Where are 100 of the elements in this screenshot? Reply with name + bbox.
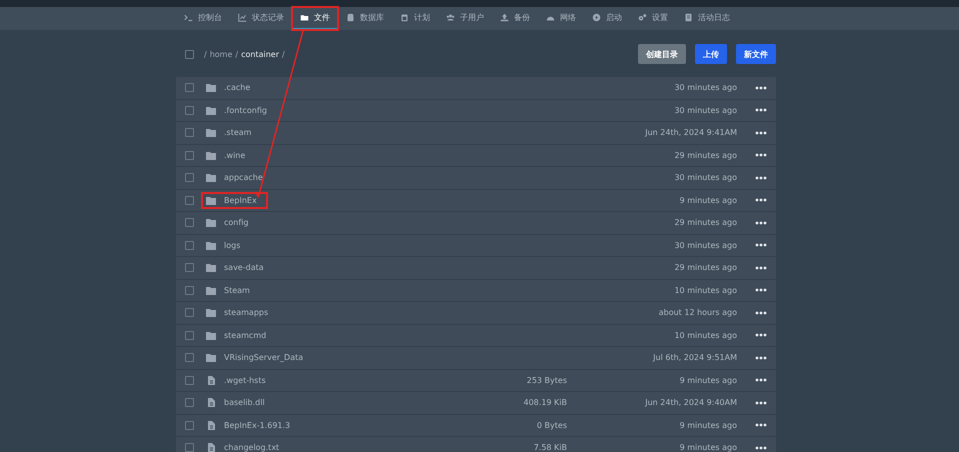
modified-time: 9 minutes ago — [678, 196, 737, 205]
more-icon[interactable] — [755, 198, 767, 202]
row-checkbox[interactable] — [185, 106, 194, 115]
more-icon[interactable] — [755, 130, 767, 135]
modified-time: 30 minutes ago — [673, 106, 737, 115]
file-row[interactable]: BepInEx-1.691.3 0 Bytes 9 minutes ago — [176, 414, 776, 436]
modified-time: 29 minutes ago — [673, 150, 737, 160]
breadcrumb-link[interactable]: home — [210, 50, 232, 58]
folder-icon — [206, 263, 216, 272]
file-row[interactable]: BepInEx 9 minutes ago — [176, 190, 776, 211]
row-checkbox[interactable] — [185, 150, 194, 160]
file-row[interactable]: save-data 29 minutes ago — [176, 257, 776, 278]
file-row[interactable]: .cache 30 minutes ago — [176, 77, 776, 98]
terminal-icon — [184, 13, 193, 22]
nav-tab[interactable]: 备份 — [492, 7, 538, 30]
modified-time: 9 minutes ago — [678, 376, 737, 385]
file-row[interactable]: appcache 30 minutes ago — [176, 167, 776, 188]
file-name: steamapps — [224, 308, 268, 318]
folder-icon — [206, 150, 216, 160]
file-size: 408.19 KiB — [522, 398, 567, 408]
gears-icon — [638, 13, 647, 22]
nav-tab[interactable]: 计划 — [392, 7, 438, 30]
file-name: .fontconfig — [224, 106, 267, 115]
folder-icon — [206, 218, 216, 228]
modified-time: Jun 24th, 2024 9:41AM — [644, 128, 737, 138]
file-name: .steam — [224, 128, 252, 138]
more-icon[interactable] — [755, 400, 767, 405]
file-name: VRisingServer_Data — [224, 353, 304, 362]
file-row[interactable]: logs 30 minutes ago — [176, 234, 776, 256]
more-icon[interactable] — [755, 310, 767, 315]
file-row[interactable]: .wget-hsts 253 Bytes 9 minutes ago — [176, 370, 776, 391]
file-name: BepInEx-1.691.3 — [224, 420, 290, 430]
file-row[interactable]: Steam 10 minutes ago — [176, 280, 776, 301]
toolbar-button[interactable]: 上传 — [695, 44, 727, 64]
file-size: 253 Bytes — [526, 376, 567, 385]
more-icon[interactable] — [755, 333, 767, 338]
row-checkbox[interactable] — [185, 286, 194, 295]
file-row[interactable]: changelog.txt 7.58 KiB 9 minutes ago — [176, 437, 776, 452]
breadcrumb-separator: / — [204, 50, 207, 58]
row-checkbox[interactable] — [185, 218, 194, 228]
folder-icon — [206, 83, 216, 92]
select-all-checkbox[interactable] — [185, 50, 194, 58]
nav-tab[interactable]: 状态记录 — [230, 7, 292, 30]
folder-icon — [206, 308, 216, 318]
more-icon[interactable] — [755, 356, 767, 360]
file-name: Steam — [224, 286, 250, 295]
row-checkbox[interactable] — [185, 353, 194, 362]
file-row[interactable]: VRisingServer_Data Jul 6th, 2024 9:51AM — [176, 347, 776, 368]
more-icon[interactable] — [755, 176, 767, 180]
users-icon — [446, 13, 455, 22]
nav-tab[interactable]: 控制台 — [176, 7, 230, 30]
file-row[interactable]: .fontconfig 30 minutes ago — [176, 100, 776, 121]
more-icon[interactable] — [755, 446, 767, 450]
row-checkbox[interactable] — [185, 240, 194, 250]
more-icon[interactable] — [755, 266, 767, 270]
more-icon[interactable] — [755, 220, 767, 225]
folder-icon — [206, 106, 216, 115]
row-checkbox[interactable] — [185, 128, 194, 138]
file-name: BepInEx — [224, 196, 257, 205]
nav-tab[interactable]: 网络 — [538, 7, 584, 30]
toolbar-button[interactable]: 新文件 — [736, 44, 776, 64]
toolbar-button[interactable]: 创建目录 — [638, 44, 686, 64]
row-checkbox[interactable] — [185, 330, 194, 340]
row-checkbox[interactable] — [185, 443, 194, 452]
file-icon — [206, 420, 216, 430]
row-checkbox[interactable] — [185, 196, 194, 205]
nav-tab[interactable]: 子用户 — [438, 7, 492, 30]
nav-tab[interactable]: 启动 — [584, 7, 630, 30]
play-icon — [592, 13, 601, 22]
more-icon[interactable] — [755, 108, 767, 112]
nav-tab[interactable]: 文件 — [292, 7, 338, 30]
nav-tab[interactable]: 活动日志 — [676, 7, 738, 30]
modified-time: 29 minutes ago — [673, 218, 737, 228]
more-icon[interactable] — [755, 153, 767, 158]
more-icon[interactable] — [755, 243, 767, 248]
more-icon[interactable] — [755, 288, 767, 292]
file-row[interactable]: .steam Jun 24th, 2024 9:41AM — [176, 122, 776, 144]
file-row[interactable]: steamcmd 10 minutes ago — [176, 324, 776, 346]
folder-icon — [206, 196, 216, 205]
file-row[interactable]: baselib.dll 408.19 KiB Jun 24th, 2024 9:40AM — [176, 392, 776, 414]
file-row[interactable]: .wine 29 minutes ago — [176, 144, 776, 166]
nav-tab[interactable]: 数据库 — [338, 7, 392, 30]
row-checkbox[interactable] — [185, 83, 194, 92]
modified-time: 30 minutes ago — [673, 173, 737, 182]
nav-tab[interactable]: 设置 — [630, 7, 676, 30]
row-checkbox[interactable] — [185, 376, 194, 385]
more-icon[interactable] — [755, 423, 767, 428]
file-name: .wget-hsts — [224, 376, 266, 385]
row-checkbox[interactable] — [185, 263, 194, 272]
file-name: baselib.dll — [224, 398, 265, 408]
folder-icon — [206, 128, 216, 138]
file-row[interactable]: config 29 minutes ago — [176, 212, 776, 234]
modified-time: 30 minutes ago — [673, 83, 737, 92]
row-checkbox[interactable] — [185, 420, 194, 430]
more-icon[interactable] — [755, 86, 767, 90]
file-row[interactable]: steamapps about 12 hours ago — [176, 302, 776, 324]
more-icon[interactable] — [755, 378, 767, 382]
row-checkbox[interactable] — [185, 308, 194, 318]
row-checkbox[interactable] — [185, 398, 194, 408]
row-checkbox[interactable] — [185, 173, 194, 182]
